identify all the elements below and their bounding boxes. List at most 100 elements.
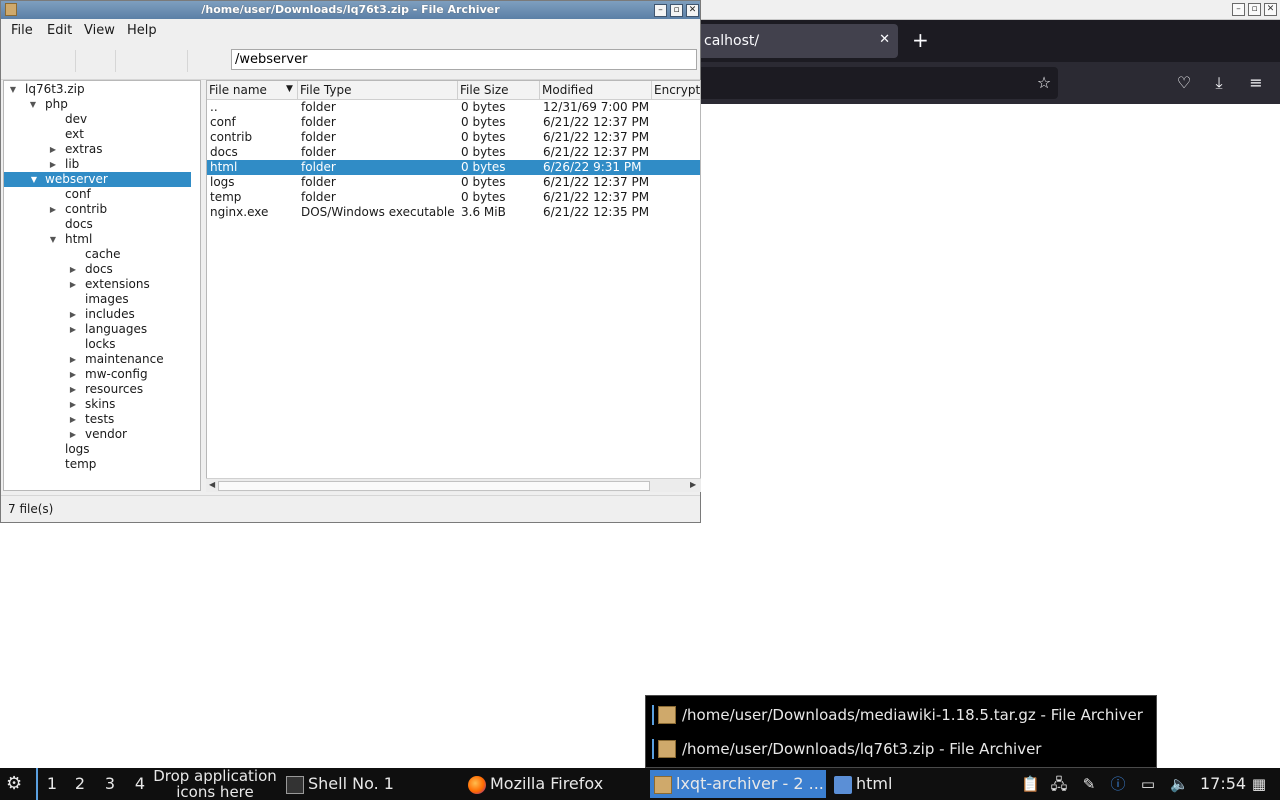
menu-icon[interactable]: ≡ xyxy=(1246,73,1266,93)
tree-item[interactable]: ▶ contrib xyxy=(48,202,107,217)
collapsed-icon[interactable]: ▶ xyxy=(68,352,78,367)
close-button[interactable]: ✕ xyxy=(686,4,699,17)
collapsed-icon[interactable]: ▶ xyxy=(48,157,58,172)
keyboard-icon[interactable]: ▭ xyxy=(1139,775,1157,793)
url-bar[interactable] xyxy=(700,67,1058,99)
taskbar-archiver-button[interactable]: lxqt-archiver - 2 ... xyxy=(650,770,826,798)
path-input[interactable] xyxy=(231,49,697,70)
tree-item[interactable]: ▶ languages xyxy=(68,322,147,337)
file-row[interactable]: contrib folder 0 bytes 6/21/22 12:37 PM xyxy=(207,130,700,145)
close-button[interactable]: ✕ xyxy=(1264,3,1277,16)
collapsed-icon[interactable]: ▶ xyxy=(48,202,58,217)
popup-window-item[interactable]: /home/user/Downloads/mediawiki-1.18.5.ta… xyxy=(652,702,1150,728)
clock[interactable]: 17:54 xyxy=(1200,768,1246,800)
tree-item[interactable]: temp xyxy=(48,457,96,472)
tree-item[interactable]: ▼ webserver xyxy=(4,172,191,187)
taskbar-firefox-button[interactable]: Mozilla Firefox xyxy=(468,770,638,798)
column-encrypted[interactable]: Encrypt xyxy=(654,83,700,97)
tree-item[interactable]: ▼ lq76t3.zip xyxy=(8,82,85,97)
tab-close-icon[interactable]: ✕ xyxy=(879,32,890,47)
tree-item[interactable]: ▼ html xyxy=(48,232,92,247)
bookmark-star-icon[interactable]: ☆ xyxy=(1034,73,1054,93)
menu-help[interactable]: Help xyxy=(127,23,157,38)
expanded-icon[interactable]: ▼ xyxy=(48,232,58,247)
desktop-1-button[interactable]: 1 xyxy=(36,768,66,800)
tree-item[interactable]: ▶ skins xyxy=(68,397,115,412)
start-menu-icon[interactable]: ⚙ xyxy=(6,768,22,800)
minimize-button[interactable]: – xyxy=(654,4,667,17)
pocket-icon[interactable]: ♡ xyxy=(1174,73,1194,93)
collapsed-icon[interactable]: ▶ xyxy=(48,142,58,157)
clipboard-icon[interactable]: 📋 xyxy=(1021,775,1040,793)
file-row[interactable]: .. folder 0 bytes 12/31/69 7:00 PM xyxy=(207,100,700,115)
expanded-icon[interactable]: ▼ xyxy=(8,82,18,97)
downloads-icon[interactable]: ⤓ xyxy=(1209,73,1229,93)
tree-item[interactable]: ▶ lib xyxy=(48,157,79,172)
collapsed-icon[interactable]: ▶ xyxy=(68,412,78,427)
tree-item[interactable]: conf xyxy=(48,187,91,202)
file-row[interactable]: conf folder 0 bytes 6/21/22 12:37 PM xyxy=(207,115,700,130)
menu-edit[interactable]: Edit xyxy=(47,23,72,38)
collapsed-icon[interactable]: ▶ xyxy=(68,277,78,292)
file-modified-cell: 6/21/22 12:37 PM xyxy=(543,175,650,189)
tree-item[interactable]: ▶ maintenance xyxy=(68,352,164,367)
tree-item[interactable]: cache xyxy=(68,247,121,262)
show-desktop-icon[interactable]: ▦ xyxy=(1250,775,1268,793)
scroll-right-icon[interactable]: ▶ xyxy=(690,480,696,489)
file-row[interactable]: logs folder 0 bytes 6/21/22 12:37 PM xyxy=(207,175,700,190)
tree-item[interactable]: ▶ includes xyxy=(68,307,135,322)
column-file-size[interactable]: File Size xyxy=(460,83,509,97)
tree-item[interactable]: ▶ resources xyxy=(68,382,143,397)
file-row[interactable]: temp folder 0 bytes 6/21/22 12:37 PM xyxy=(207,190,700,205)
maximize-button[interactable]: ▫ xyxy=(1248,3,1261,16)
folder-tree[interactable]: ▼ lq76t3.zip ▼ php dev ext ▶ extras ▶ lib ▼ webserv… xyxy=(3,80,201,491)
tree-item[interactable]: ▶ mw-config xyxy=(68,367,148,382)
horizontal-scrollbar[interactable]: ◀ ▶ xyxy=(206,478,701,492)
menu-view[interactable]: View xyxy=(84,23,115,38)
collapsed-icon[interactable]: ▶ xyxy=(68,307,78,322)
collapsed-icon[interactable]: ▶ xyxy=(68,382,78,397)
desktop-3-button[interactable]: 3 xyxy=(96,768,124,800)
expanded-icon[interactable]: ▼ xyxy=(28,97,38,112)
column-file-name[interactable]: File name xyxy=(209,83,267,97)
new-tab-button[interactable]: + xyxy=(912,28,929,52)
tree-item[interactable]: ext xyxy=(48,127,84,142)
tree-item[interactable]: ▶ extras xyxy=(48,142,103,157)
tree-item[interactable]: dev xyxy=(48,112,87,127)
tree-item[interactable]: ▶ docs xyxy=(68,262,113,277)
scrollbar-thumb[interactable] xyxy=(218,481,650,491)
expanded-icon[interactable]: ▼ xyxy=(29,172,39,187)
scroll-left-icon[interactable]: ◀ xyxy=(209,480,215,489)
maximize-button[interactable]: ▫ xyxy=(670,4,683,17)
firefox-tab[interactable]: calhost/ ✕ xyxy=(700,24,898,58)
tree-item[interactable]: docs xyxy=(48,217,93,232)
file-row[interactable]: html folder 0 bytes 6/26/22 9:31 PM xyxy=(207,160,700,175)
menu-file[interactable]: File xyxy=(11,23,33,38)
desktop-2-button[interactable]: 2 xyxy=(66,768,94,800)
popup-window-item[interactable]: /home/user/Downloads/lq76t3.zip - File A… xyxy=(652,736,1150,762)
tree-item[interactable]: images xyxy=(68,292,129,307)
collapsed-icon[interactable]: ▶ xyxy=(68,427,78,442)
taskbar-shell-button[interactable]: Shell No. 1 xyxy=(286,770,456,798)
volume-icon[interactable]: 🔈 xyxy=(1170,775,1189,793)
tree-item[interactable]: ▶ vendor xyxy=(68,427,127,442)
tree-item[interactable]: ▶ tests xyxy=(68,412,114,427)
tree-item[interactable]: locks xyxy=(68,337,115,352)
file-row[interactable]: nginx.exe DOS/Windows executable 3.6 MiB 6/… xyxy=(207,205,700,220)
file-row[interactable]: docs folder 0 bytes 6/21/22 12:37 PM xyxy=(207,145,700,160)
tools-icon[interactable]: ✎ xyxy=(1080,775,1098,793)
taskbar-files-button[interactable]: html xyxy=(834,770,1004,798)
tree-item[interactable]: logs xyxy=(48,442,90,457)
notification-icon[interactable]: ⓘ xyxy=(1109,775,1127,793)
column-modified[interactable]: Modified xyxy=(542,83,593,97)
network-icon[interactable]: 🖧 xyxy=(1050,775,1068,793)
collapsed-icon[interactable]: ▶ xyxy=(68,262,78,277)
collapsed-icon[interactable]: ▶ xyxy=(68,322,78,337)
tree-item[interactable]: ▼ php xyxy=(28,97,68,112)
collapsed-icon[interactable]: ▶ xyxy=(68,367,78,382)
minimize-button[interactable]: – xyxy=(1232,3,1245,16)
file-list[interactable]: File name ▼ File Type File Size Modified… xyxy=(206,80,701,491)
tree-item[interactable]: ▶ extensions xyxy=(68,277,150,292)
column-file-type[interactable]: File Type xyxy=(300,83,351,97)
collapsed-icon[interactable]: ▶ xyxy=(68,397,78,412)
